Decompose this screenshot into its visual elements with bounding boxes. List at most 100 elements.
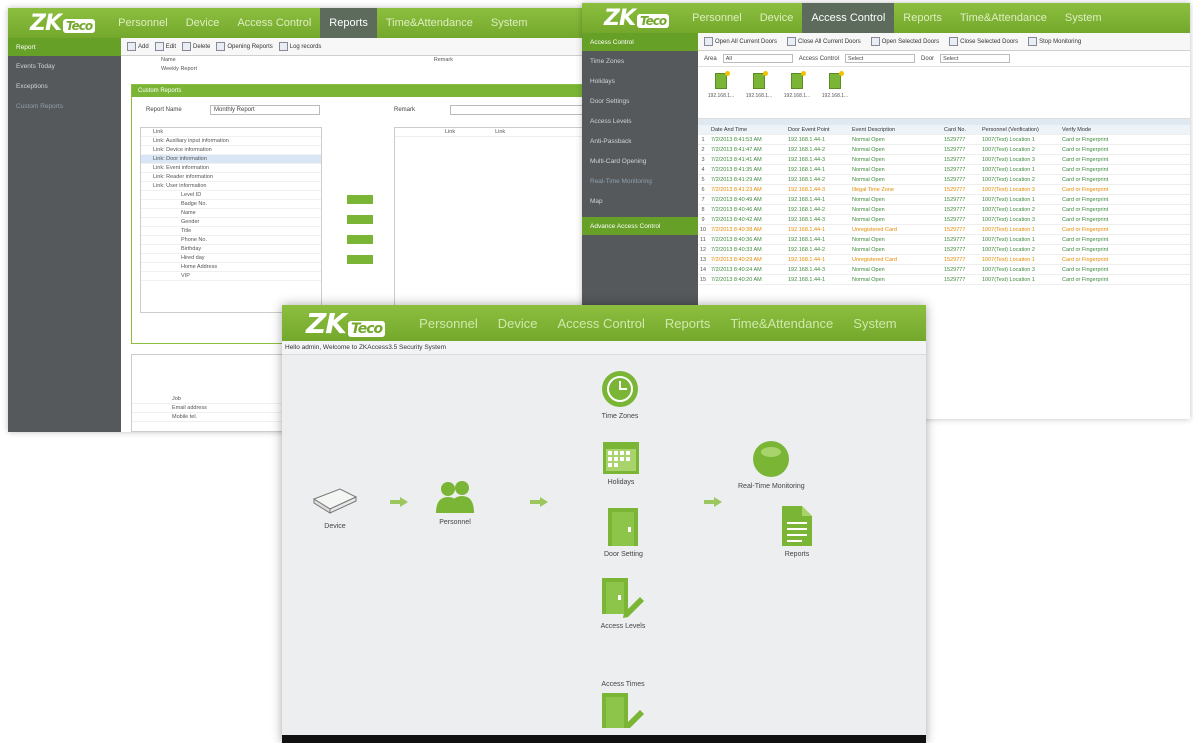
sidebar-item-real-time-monitoring[interactable]: Real-Time Monitoring bbox=[582, 171, 698, 191]
event-row[interactable]: 2 7/2/2013 8:41:47 AM 192.168.1.44-2 Normal… bbox=[698, 145, 1190, 155]
log-records-button[interactable]: Log records bbox=[278, 42, 321, 51]
sidebar-item-anti-passback[interactable]: Anti-Passback bbox=[582, 131, 698, 151]
edit-button[interactable]: Edit bbox=[154, 42, 176, 51]
device-node[interactable]: Device bbox=[310, 485, 360, 530]
tree-item[interactable]: Level ID bbox=[141, 191, 321, 200]
event-row[interactable]: 13 7/2/2013 8:40:29 AM 192.168.1.44-1 Unreg… bbox=[698, 255, 1190, 265]
access-times-node[interactable]: Access Times bbox=[600, 681, 646, 728]
nav-time-attendance[interactable]: Time&Attendance bbox=[720, 305, 843, 341]
add-button[interactable]: Add bbox=[127, 42, 149, 51]
tree-item[interactable]: Badge No. bbox=[141, 200, 321, 209]
field-tree[interactable]: Link Link: Auxiliary input information L… bbox=[140, 127, 322, 313]
door-tile[interactable]: 192.168.1... bbox=[782, 71, 812, 112]
selected-fields-pane[interactable]: Link Link bbox=[394, 127, 593, 313]
area-select[interactable]: All bbox=[722, 54, 793, 63]
tree-item[interactable]: Name bbox=[141, 209, 321, 218]
tree-item[interactable]: Birthday bbox=[141, 245, 321, 254]
stop-monitoring-button[interactable]: Stop Monitoring bbox=[1028, 37, 1081, 46]
tree-item[interactable]: Link: Auxiliary input information bbox=[141, 137, 321, 146]
event-row[interactable]: 9 7/2/2013 8:40:42 AM 192.168.1.44-3 Normal… bbox=[698, 215, 1190, 225]
tree-item[interactable]: Link: User information bbox=[141, 182, 321, 191]
reports-node[interactable]: Reports bbox=[780, 505, 814, 558]
nav-personnel[interactable]: Personnel bbox=[409, 305, 488, 341]
sidebar-item-custom-reports[interactable]: Custom Reports bbox=[8, 96, 121, 116]
nav-access-control[interactable]: Access Control bbox=[802, 3, 895, 33]
event-row[interactable]: 8 7/2/2013 8:40:46 AM 192.168.1.44-2 Normal… bbox=[698, 205, 1190, 215]
sidebar-item-map[interactable]: Map bbox=[582, 191, 698, 211]
nav-device[interactable]: Device bbox=[177, 8, 229, 38]
tree-item[interactable]: Title bbox=[141, 227, 321, 236]
sidebar-item-holidays[interactable]: Holidays bbox=[582, 71, 698, 91]
nav-personnel[interactable]: Personnel bbox=[683, 3, 751, 33]
open-selected-doors-button[interactable]: Open Selected Doors bbox=[870, 37, 939, 46]
nav-system[interactable]: System bbox=[843, 305, 906, 341]
move-left-button[interactable] bbox=[347, 235, 373, 244]
sidebar-header-advance-access[interactable]: Advance Access Control bbox=[582, 217, 698, 235]
tree-item[interactable]: Link: Reader information bbox=[141, 173, 321, 182]
access-levels-node[interactable]: Access Levels bbox=[600, 577, 646, 630]
opening-reports-button[interactable]: Opening Reports bbox=[216, 42, 273, 51]
nav-access-control[interactable]: Access Control bbox=[547, 305, 654, 341]
door-select[interactable]: Select bbox=[940, 54, 1011, 63]
real-time-monitoring-node[interactable]: Real-Time Monitoring bbox=[738, 439, 805, 490]
nav-access-control[interactable]: Access Control bbox=[228, 8, 320, 38]
nav-time-attendance[interactable]: Time&Attendance bbox=[951, 3, 1056, 33]
personnel-node[interactable]: Personnel bbox=[432, 479, 478, 526]
tree-item[interactable]: Home Address bbox=[141, 263, 321, 272]
nav-reports[interactable]: Reports bbox=[655, 305, 721, 341]
event-row[interactable]: 14 7/2/2013 8:40:24 AM 192.168.1.44-3 Norma… bbox=[698, 265, 1190, 275]
event-row[interactable]: 15 7/2/2013 8:40:20 AM 192.168.1.44-1 Norma… bbox=[698, 275, 1190, 285]
event-row[interactable]: 6 7/2/2013 8:41:23 AM 192.168.1.44-3 Illega… bbox=[698, 185, 1190, 195]
event-row[interactable]: 7 7/2/2013 8:40:49 AM 192.168.1.44-1 Normal… bbox=[698, 195, 1190, 205]
tree-item[interactable]: Link: Device information bbox=[141, 146, 321, 155]
sidebar-item-access-levels[interactable]: Access Levels bbox=[582, 111, 698, 131]
event-row[interactable]: 11 7/2/2013 8:40:36 AM 192.168.1.44-1 Norma… bbox=[698, 235, 1190, 245]
sidebar-item-time-zones[interactable]: Time Zones bbox=[582, 51, 698, 71]
report-name-input[interactable]: Monthly Report bbox=[210, 105, 320, 115]
time-zones-node[interactable]: Time Zones bbox=[600, 369, 640, 420]
close-all-doors-button[interactable]: Close All Current Doors bbox=[787, 37, 861, 46]
access-control-select[interactable]: Select bbox=[845, 54, 916, 63]
sidebar-header-access-control[interactable]: Access Control bbox=[582, 33, 698, 51]
move-all-left-button[interactable] bbox=[347, 255, 373, 264]
tree-item[interactable]: Link bbox=[141, 128, 321, 137]
door-tile[interactable]: 192.168.1... bbox=[820, 71, 850, 112]
door-tile[interactable]: 192.168.1... bbox=[744, 71, 774, 112]
sidebar-item-door-settings[interactable]: Door Settings bbox=[582, 91, 698, 111]
nav-reports[interactable]: Reports bbox=[320, 8, 377, 38]
table-row[interactable]: Weekly Report bbox=[121, 65, 593, 74]
event-verify-mode: Card or Fingerprint bbox=[1062, 237, 1109, 243]
door-tile[interactable]: 192.168.1... bbox=[706, 71, 736, 112]
sidebar-header-report[interactable]: Report bbox=[8, 38, 121, 56]
sidebar-item-events-today[interactable]: Events Today bbox=[8, 56, 121, 76]
event-row[interactable]: 1 7/2/2013 8:41:53 AM 192.168.1.44-1 Normal… bbox=[698, 135, 1190, 145]
nav-device[interactable]: Device bbox=[751, 3, 803, 33]
move-right-button[interactable] bbox=[347, 195, 373, 204]
close-selected-doors-button[interactable]: Close Selected Doors bbox=[949, 37, 1018, 46]
event-row[interactable]: 4 7/2/2013 8:41:35 AM 192.168.1.44-1 Normal… bbox=[698, 165, 1190, 175]
nav-personnel[interactable]: Personnel bbox=[109, 8, 177, 38]
door-setting-node[interactable]: Door Setting bbox=[604, 507, 643, 558]
sidebar-item-exceptions[interactable]: Exceptions bbox=[8, 76, 121, 96]
sidebar-item-multi-card[interactable]: Multi-Card Opening bbox=[582, 151, 698, 171]
remark-input[interactable] bbox=[450, 105, 590, 115]
tree-item-selected[interactable]: Link: Door information bbox=[141, 155, 321, 164]
holidays-node[interactable]: Holidays bbox=[602, 439, 640, 486]
delete-button[interactable]: Delete bbox=[182, 42, 210, 51]
open-all-doors-button[interactable]: Open All Current Doors bbox=[704, 37, 777, 46]
move-all-right-button[interactable] bbox=[347, 215, 373, 224]
tree-item[interactable]: Hired day bbox=[141, 254, 321, 263]
nav-system[interactable]: System bbox=[1056, 3, 1111, 33]
tree-item[interactable]: Gender bbox=[141, 218, 321, 227]
event-row[interactable]: 5 7/2/2013 8:41:29 AM 192.168.1.44-2 Normal… bbox=[698, 175, 1190, 185]
tree-item[interactable]: VIP bbox=[141, 272, 321, 281]
event-row[interactable]: 3 7/2/2013 8:41:41 AM 192.168.1.44-3 Normal… bbox=[698, 155, 1190, 165]
tree-item[interactable]: Link: Event information bbox=[141, 164, 321, 173]
event-row[interactable]: 10 7/2/2013 8:40:38 AM 192.168.1.44-1 Unreg… bbox=[698, 225, 1190, 235]
nav-reports[interactable]: Reports bbox=[894, 3, 951, 33]
nav-device[interactable]: Device bbox=[488, 305, 548, 341]
event-row[interactable]: 12 7/2/2013 8:40:33 AM 192.168.1.44-2 Norma… bbox=[698, 245, 1190, 255]
nav-system[interactable]: System bbox=[482, 8, 537, 38]
tree-item[interactable]: Phone No. bbox=[141, 236, 321, 245]
nav-time-attendance[interactable]: Time&Attendance bbox=[377, 8, 482, 38]
